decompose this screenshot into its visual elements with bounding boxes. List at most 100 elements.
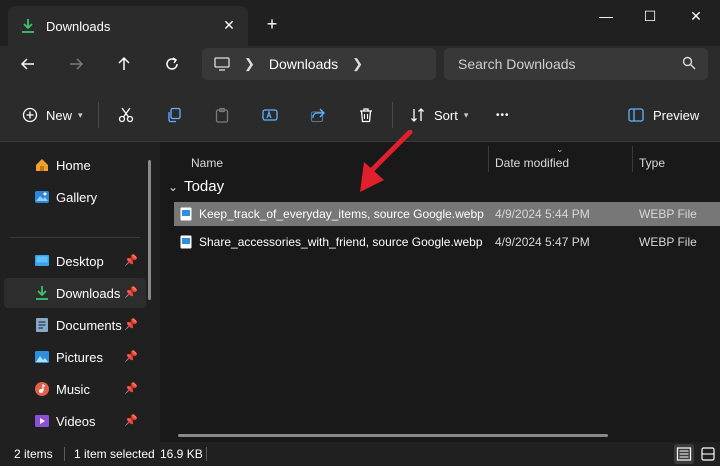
gallery-icon — [35, 191, 49, 203]
back-button[interactable] — [14, 54, 42, 82]
file-row[interactable]: Share_accessories_with_friend, source Go… — [174, 230, 720, 254]
scissors-icon — [118, 107, 134, 123]
chevron-down-icon[interactable]: ⌄ — [168, 180, 178, 194]
group-label: Today — [184, 178, 225, 195]
search-icon[interactable] — [682, 56, 696, 70]
music-icon — [35, 382, 49, 396]
sidebar-item-music[interactable]: Music 📌 — [4, 374, 146, 404]
up-button[interactable] — [110, 54, 138, 82]
desktop-icon — [35, 255, 49, 266]
chevron-down-icon: ▾ — [78, 109, 83, 120]
pin-icon[interactable]: 📌 — [124, 382, 138, 395]
image-file-icon — [180, 207, 192, 221]
search-box[interactable] — [444, 48, 708, 80]
file-list: Name Date modified ⌄ Type ⌄ Today Keep_t… — [160, 142, 720, 442]
this-pc-icon — [214, 57, 230, 71]
chevron-down-icon: ▾ — [463, 109, 469, 120]
breadcrumb-downloads[interactable]: Downloads — [269, 56, 338, 72]
sidebar-item-label: Videos — [56, 413, 96, 429]
new-tab-button[interactable]: + — [262, 14, 282, 34]
paste-button[interactable] — [214, 103, 230, 127]
file-name[interactable]: Keep_track_of_everyday_items, source Goo… — [199, 207, 484, 221]
sort-indicator-icon: ⌄ — [556, 144, 564, 154]
title-bar: Downloads ✕ + — ☐ ✕ — [0, 0, 720, 46]
sidebar-item-label: Downloads — [56, 285, 121, 301]
breadcrumb-end-chevron-icon[interactable]: ❯ — [352, 56, 363, 72]
plus-circle-icon — [22, 107, 38, 123]
sidebar-item-label: Music — [56, 381, 90, 397]
sidebar-item-downloads[interactable]: Downloads 📌 — [4, 278, 146, 308]
file-date-modified: 4/9/2024 5:47 PM — [495, 235, 590, 249]
sidebar-item-label: Gallery — [56, 189, 98, 205]
cut-button[interactable] — [118, 103, 134, 127]
back-arrow-icon — [20, 58, 34, 70]
status-bar: 2 items 1 item selected 16.9 KB — [0, 442, 720, 466]
pin-icon[interactable]: 📌 — [124, 254, 138, 267]
new-label: New — [46, 107, 73, 123]
sort-button[interactable]: Sort ▾ — [410, 103, 468, 127]
sidebar-divider — [10, 237, 140, 238]
horizontal-scrollbar[interactable] — [178, 434, 608, 437]
item-count: 2 items — [14, 447, 53, 461]
navigation-bar: ❯ Downloads ❯ — [0, 46, 720, 88]
refresh-button[interactable] — [158, 54, 186, 82]
sidebar-item-videos[interactable]: Videos 📌 — [4, 406, 146, 436]
navigation-pane: Home Gallery Desktop 📌 Downloads 📌 Docum… — [0, 142, 160, 442]
file-row[interactable]: Keep_track_of_everyday_items, source Goo… — [174, 202, 720, 226]
minimize-button[interactable]: — — [584, 6, 628, 26]
address-bar[interactable]: ❯ Downloads ❯ — [202, 48, 436, 80]
column-header-type[interactable]: Type — [639, 156, 665, 170]
rename-button[interactable] — [262, 103, 278, 127]
sort-icon — [411, 108, 424, 122]
sidebar-item-home[interactable]: Home — [4, 150, 146, 180]
sidebar-item-pictures[interactable]: Pictures 📌 — [4, 342, 146, 372]
column-header-name[interactable]: Name — [191, 156, 223, 170]
clipboard-icon — [215, 107, 229, 123]
preview-button[interactable]: Preview — [628, 103, 699, 127]
close-button[interactable]: ✕ — [674, 6, 718, 26]
share-button[interactable] — [310, 103, 326, 127]
close-tab-icon[interactable]: ✕ — [220, 16, 238, 34]
pin-icon[interactable]: 📌 — [124, 414, 138, 427]
documents-icon — [36, 318, 48, 332]
forward-button[interactable] — [62, 54, 90, 82]
file-name[interactable]: Share_accessories_with_friend, source Go… — [199, 235, 483, 249]
group-header-today[interactable]: ⌄ Today — [168, 178, 224, 195]
tab-downloads[interactable]: Downloads ✕ — [8, 6, 248, 46]
pin-icon[interactable]: 📌 — [124, 318, 138, 331]
breadcrumb-chevron-icon[interactable]: ❯ — [244, 56, 255, 72]
maximize-button[interactable]: ☐ — [628, 6, 672, 26]
rename-icon — [262, 109, 278, 121]
tiles-view-button[interactable] — [698, 444, 718, 464]
status-divider — [206, 447, 207, 461]
sidebar-item-gallery[interactable]: Gallery — [4, 182, 146, 212]
trash-icon — [360, 108, 372, 123]
copy-button[interactable] — [166, 103, 182, 127]
pin-icon[interactable]: 📌 — [124, 286, 138, 299]
copy-icon — [168, 107, 181, 123]
pin-icon[interactable]: 📌 — [124, 350, 138, 363]
column-divider[interactable] — [632, 146, 633, 172]
search-input[interactable] — [458, 56, 678, 72]
column-divider[interactable] — [488, 146, 489, 172]
selection-count: 1 item selected — [74, 447, 155, 461]
tab-title: Downloads — [46, 18, 111, 34]
sidebar-item-desktop[interactable]: Desktop 📌 — [4, 246, 146, 276]
new-button[interactable]: New ▾ — [22, 103, 83, 127]
column-header-date-modified[interactable]: Date modified — [495, 156, 569, 170]
videos-icon — [35, 415, 49, 427]
refresh-icon — [166, 57, 178, 70]
sort-label: Sort — [434, 107, 458, 123]
delete-button[interactable] — [358, 103, 374, 127]
home-icon — [36, 159, 48, 171]
pictures-icon — [35, 351, 49, 363]
downloads-icon — [36, 286, 48, 300]
sidebar-item-documents[interactable]: Documents 📌 — [4, 310, 146, 340]
share-icon — [310, 108, 325, 123]
file-type: WEBP File — [639, 235, 697, 249]
sidebar-scrollbar[interactable] — [148, 160, 151, 300]
details-view-button[interactable] — [674, 444, 694, 464]
selection-size: 16.9 KB — [160, 447, 203, 461]
downloads-icon — [22, 19, 34, 33]
more-options-button[interactable]: ••• — [496, 103, 510, 127]
